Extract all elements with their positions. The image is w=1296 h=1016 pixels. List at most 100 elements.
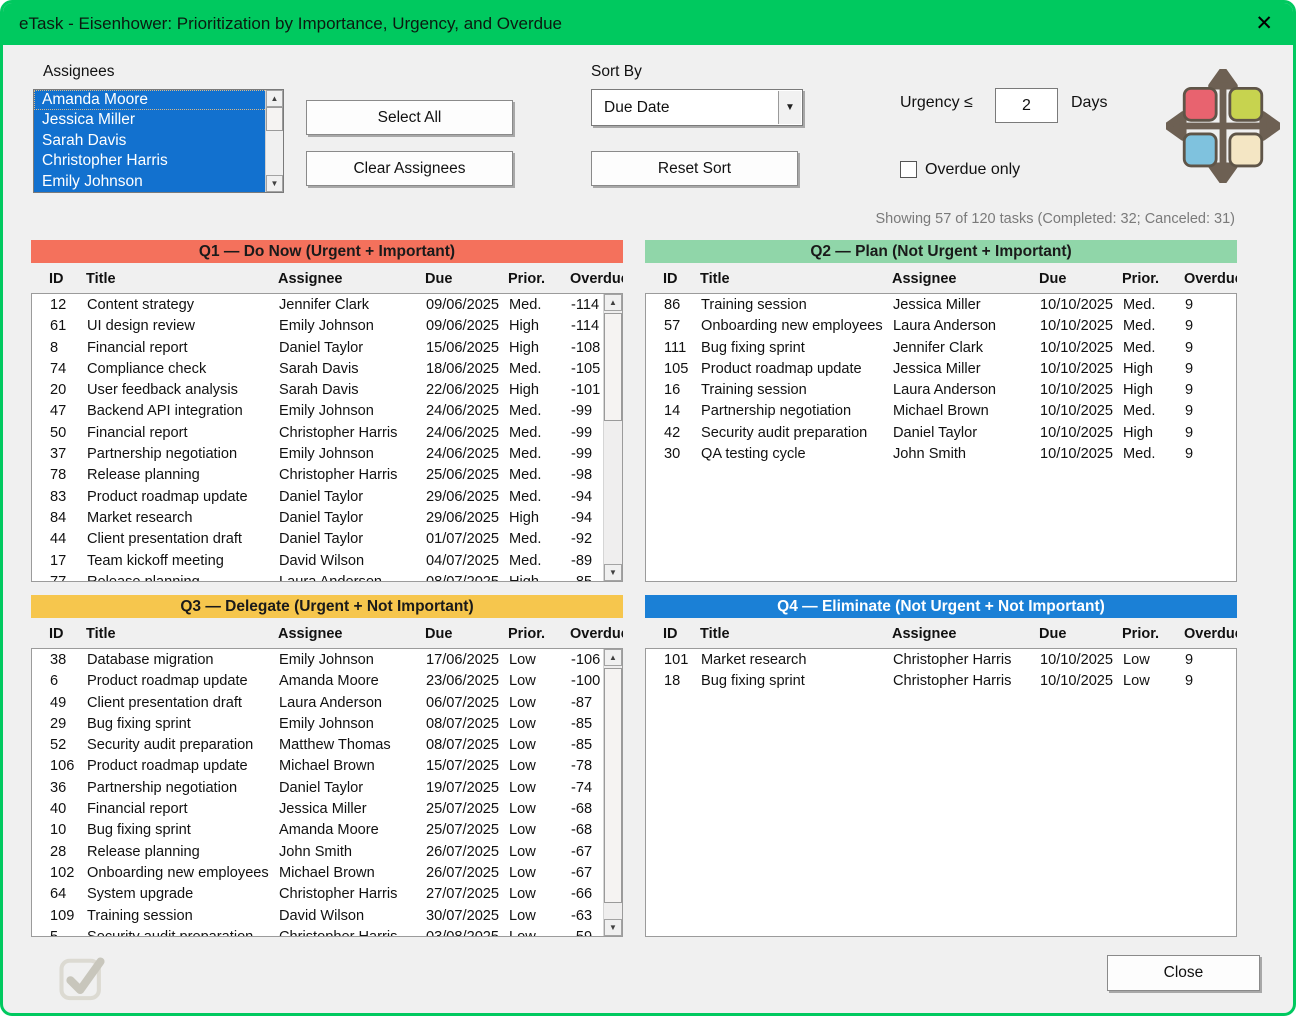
task-row[interactable]: 57Onboarding new employeesLaura Anderson… — [646, 316, 1236, 337]
task-row[interactable]: 10Bug fixing sprintAmanda Moore25/07/202… — [32, 820, 622, 841]
col-title: Title — [700, 626, 892, 646]
scroll-down-icon[interactable]: ▼ — [266, 175, 283, 192]
chevron-down-icon[interactable]: ▼ — [778, 91, 801, 124]
task-row[interactable]: 106Product roadmap updateMichael Brown15… — [32, 756, 622, 777]
task-cell: Med. — [509, 551, 571, 572]
task-cell: 10/10/2025 — [1040, 338, 1123, 359]
task-row[interactable]: 36Partnership negotiationDaniel Taylor19… — [32, 778, 622, 799]
assignees-listbox[interactable]: Amanda MooreJessica MillerSarah DavisChr… — [33, 89, 284, 193]
task-row[interactable]: 6Product roadmap updateAmanda Moore23/06… — [32, 671, 622, 692]
task-row[interactable]: 38Database migrationEmily Johnson17/06/2… — [32, 650, 622, 671]
task-cell: High — [509, 338, 571, 359]
task-row[interactable]: 30QA testing cycleJohn Smith10/10/2025Me… — [646, 444, 1236, 465]
q2-task-list[interactable]: 86Training sessionJessica Miller10/10/20… — [645, 293, 1237, 582]
task-row[interactable]: 29Bug fixing sprintEmily Johnson08/07/20… — [32, 714, 622, 735]
task-row[interactable]: 105Product roadmap updateJessica Miller1… — [646, 359, 1236, 380]
window-close-icon[interactable]: ✕ — [1255, 11, 1273, 37]
task-row[interactable]: 111Bug fixing sprintJennifer Clark10/10/… — [646, 338, 1236, 359]
task-row[interactable]: 8Financial reportDaniel Taylor15/06/2025… — [32, 338, 622, 359]
scroll-thumb[interactable] — [604, 313, 622, 421]
q3-scrollbar[interactable]: ▲ ▼ — [603, 649, 622, 936]
task-row[interactable]: 109Training sessionDavid Wilson30/07/202… — [32, 906, 622, 927]
task-row[interactable]: 84Market researchDaniel Taylor29/06/2025… — [32, 508, 622, 529]
task-row[interactable]: 28Release planningJohn Smith26/07/2025Lo… — [32, 842, 622, 863]
clear-assignees-button[interactable]: Clear Assignees — [306, 151, 513, 186]
scroll-up-icon[interactable]: ▲ — [266, 90, 283, 107]
task-cell: 09/06/2025 — [426, 295, 509, 316]
q3-task-list[interactable]: 38Database migrationEmily Johnson17/06/2… — [31, 648, 623, 937]
task-cell: High — [1123, 423, 1185, 444]
task-cell: 24/06/2025 — [426, 401, 509, 422]
assignee-option[interactable]: Amanda Moore — [34, 90, 283, 110]
task-row[interactable]: 64System upgradeChristopher Harris27/07/… — [32, 884, 622, 905]
window-title: eTask - Eisenhower: Prioritization by Im… — [19, 14, 562, 34]
task-cell: Partnership negotiation — [87, 778, 279, 799]
task-cell: 09/06/2025 — [426, 316, 509, 337]
select-all-button[interactable]: Select All — [306, 100, 513, 135]
task-cell: Financial report — [87, 423, 279, 444]
task-row[interactable]: 44Client presentation draftDaniel Taylor… — [32, 529, 622, 550]
task-cell: 61 — [32, 316, 87, 337]
task-row[interactable]: 52Security audit preparationMatthew Thom… — [32, 735, 622, 756]
close-button[interactable]: Close — [1107, 955, 1260, 991]
task-cell: Christopher Harris — [279, 423, 426, 444]
task-row[interactable]: 40Financial reportJessica Miller25/07/20… — [32, 799, 622, 820]
task-row[interactable]: 18Bug fixing sprintChristopher Harris10/… — [646, 671, 1236, 692]
task-row[interactable]: 47Backend API integrationEmily Johnson24… — [32, 401, 622, 422]
q1-task-list[interactable]: 12Content strategyJennifer Clark09/06/20… — [31, 293, 623, 582]
task-row[interactable]: 5Security audit preparationChristopher H… — [32, 927, 622, 937]
task-row[interactable]: 20User feedback analysisSarah Davis22/06… — [32, 380, 622, 401]
task-cell: Training session — [87, 906, 279, 927]
scroll-thumb[interactable] — [604, 668, 622, 903]
col-due: Due — [1039, 271, 1122, 291]
assignee-option[interactable]: Christopher Harris — [34, 151, 283, 171]
task-row[interactable]: 14Partnership negotiationMichael Brown10… — [646, 401, 1236, 422]
task-row[interactable]: 74Compliance checkSarah Davis18/06/2025M… — [32, 359, 622, 380]
q1-scrollbar[interactable]: ▲ ▼ — [603, 294, 622, 581]
task-cell: 25/07/2025 — [426, 820, 509, 841]
task-row[interactable]: 50Financial reportChristopher Harris24/0… — [32, 423, 622, 444]
assignee-option[interactable]: Emily Johnson — [34, 172, 283, 192]
titlebar: eTask - Eisenhower: Prioritization by Im… — [3, 3, 1293, 45]
task-cell: Onboarding new employees — [87, 863, 279, 884]
scroll-down-icon[interactable]: ▼ — [604, 919, 622, 936]
task-row[interactable]: 102Onboarding new employeesMichael Brown… — [32, 863, 622, 884]
task-row[interactable]: 49Client presentation draftLaura Anderso… — [32, 693, 622, 714]
scroll-up-icon[interactable]: ▲ — [604, 294, 622, 311]
scroll-thumb[interactable] — [266, 107, 283, 131]
task-cell: Content strategy — [87, 295, 279, 316]
task-row[interactable]: 37Partnership negotiationEmily Johnson24… — [32, 444, 622, 465]
task-row[interactable]: 42Security audit preparationDaniel Taylo… — [646, 423, 1236, 444]
reset-sort-button[interactable]: Reset Sort — [591, 151, 798, 186]
task-cell: 42 — [646, 423, 701, 444]
assignee-option[interactable]: Sarah Davis — [34, 131, 283, 151]
task-cell: Low — [509, 671, 571, 692]
col-title: Title — [86, 626, 278, 646]
task-row[interactable]: 86Training sessionJessica Miller10/10/20… — [646, 295, 1236, 316]
overdue-only-label: Overdue only — [925, 161, 1020, 179]
task-cell: David Wilson — [279, 906, 426, 927]
task-cell: 16 — [646, 380, 701, 401]
assignees-scrollbar[interactable]: ▲ ▼ — [265, 90, 283, 192]
task-cell: Christopher Harris — [279, 884, 426, 905]
scroll-up-icon[interactable]: ▲ — [604, 649, 622, 666]
task-cell: Release planning — [87, 572, 279, 582]
q4-task-list[interactable]: 101Market researchChristopher Harris10/1… — [645, 648, 1237, 937]
task-row[interactable]: 78Release planningChristopher Harris25/0… — [32, 465, 622, 486]
task-cell: Bug fixing sprint — [701, 671, 893, 692]
task-row[interactable]: 61UI design reviewEmily Johnson09/06/202… — [32, 316, 622, 337]
task-row[interactable]: 16Training sessionLaura Anderson10/10/20… — [646, 380, 1236, 401]
sort-by-dropdown[interactable]: Due Date ▼ — [591, 89, 803, 126]
task-row[interactable]: 17Team kickoff meetingDavid Wilson04/07/… — [32, 551, 622, 572]
task-row[interactable]: 77Release planningLaura Anderson08/07/20… — [32, 572, 622, 582]
urgency-input[interactable] — [995, 88, 1058, 123]
task-row[interactable]: 12Content strategyJennifer Clark09/06/20… — [32, 295, 622, 316]
task-row[interactable]: 83Product roadmap updateDaniel Taylor29/… — [32, 487, 622, 508]
task-cell: Team kickoff meeting — [87, 551, 279, 572]
task-row[interactable]: 101Market researchChristopher Harris10/1… — [646, 650, 1236, 671]
task-cell: 25/07/2025 — [426, 799, 509, 820]
scroll-down-icon[interactable]: ▼ — [604, 564, 622, 581]
quadrant-q2: Q2 — Plan (Not Urgent + Important) ID Ti… — [645, 240, 1237, 582]
assignee-option[interactable]: Jessica Miller — [34, 110, 283, 130]
overdue-only-checkbox[interactable] — [900, 161, 917, 178]
